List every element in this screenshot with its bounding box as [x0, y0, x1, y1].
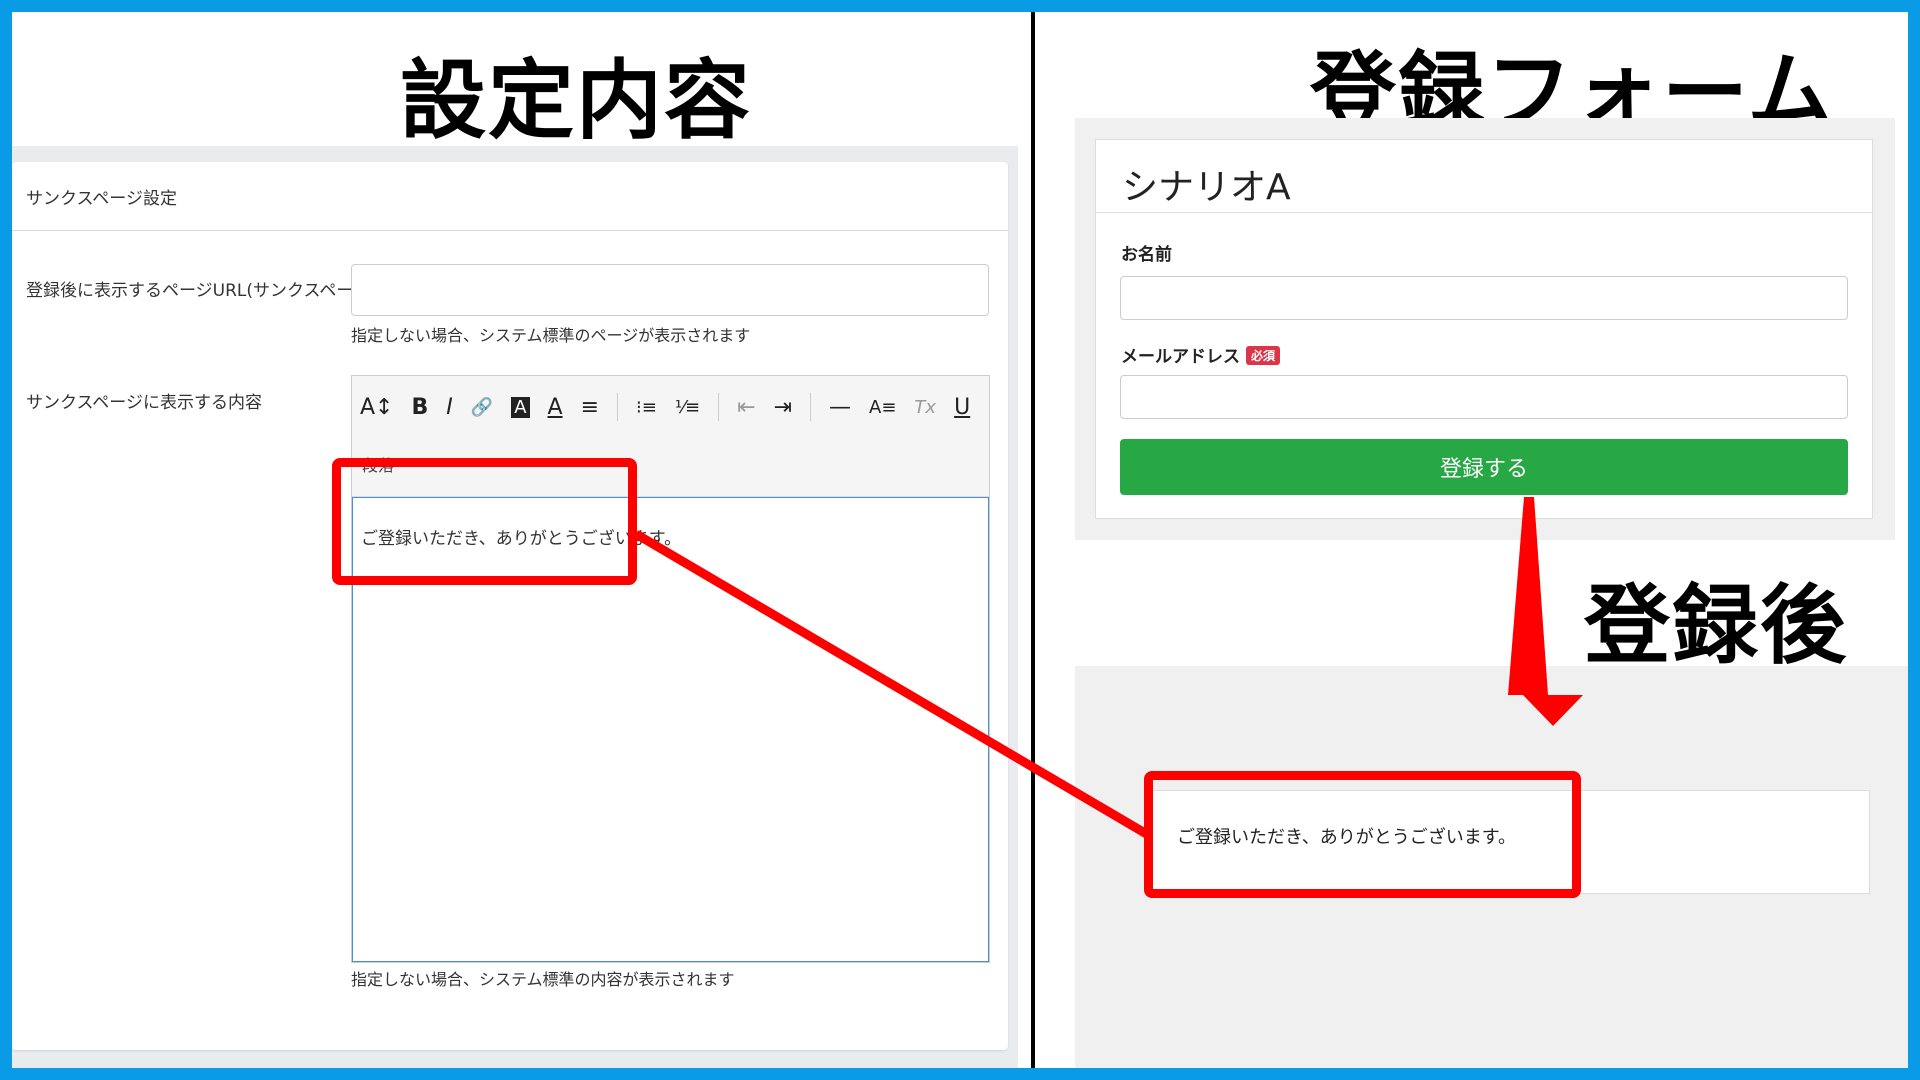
down-arrow-head	[1523, 695, 1583, 726]
down-arrow-shaft	[1508, 497, 1548, 695]
annotation-arrows	[633, 497, 1583, 840]
connector-line	[633, 530, 1153, 840]
